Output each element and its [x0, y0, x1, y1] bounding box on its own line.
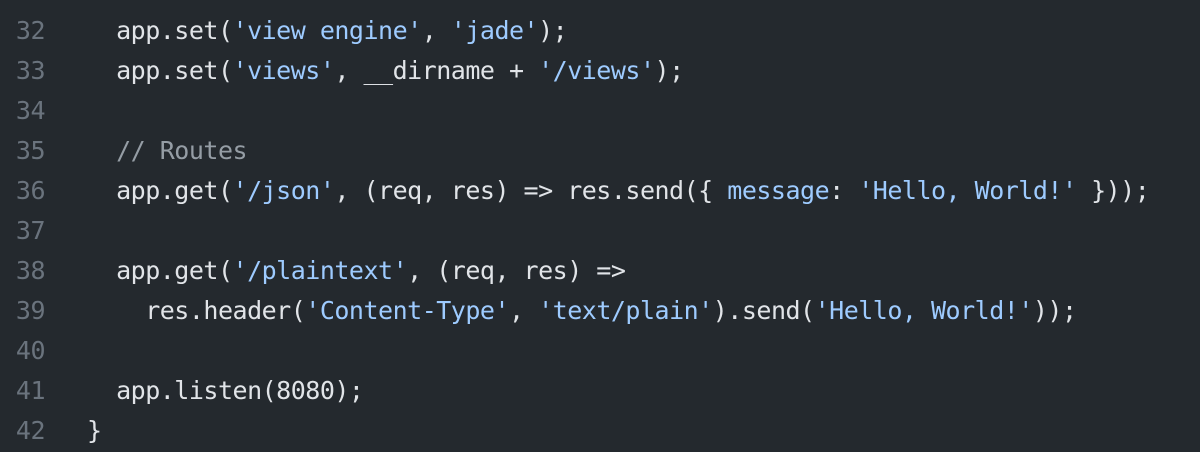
code-token: app.set(	[87, 56, 233, 85]
code-line[interactable]: 41 app.listen(8080);	[0, 371, 1200, 411]
line-source: app.get('/plaintext', (req, res) =>	[87, 251, 626, 291]
code-token: app.get(	[87, 176, 233, 205]
string-token: 'Hello, World!'	[814, 296, 1034, 325]
line-source: res.header('Content-Type', 'text/plain')…	[87, 291, 1077, 331]
line-number: 33	[15, 56, 46, 85]
code-token: ));	[1032, 296, 1077, 325]
code-token: , __dirname +	[334, 56, 539, 85]
string-token: 'view engine'	[232, 16, 423, 45]
line-number: 39	[15, 296, 46, 325]
code-token: res.header(	[87, 296, 306, 325]
code-line[interactable]: 33 app.set('views', __dirname + '/views'…	[0, 51, 1200, 91]
string-token: '/json'	[232, 176, 335, 205]
string-token: message	[727, 176, 830, 205]
code-token: ,	[509, 296, 539, 325]
code-token: app.set(	[87, 16, 233, 45]
line-source: }	[87, 411, 102, 451]
code-token: , (req, res) =>	[407, 256, 626, 285]
string-token: '/views'	[538, 56, 655, 85]
string-token: '/plaintext'	[232, 256, 408, 285]
string-token: 'Content-Type'	[305, 296, 509, 325]
line-number: 41	[15, 376, 46, 405]
line-number: 42	[15, 416, 46, 445]
code-line[interactable]: 36 app.get('/json', (req, res) => res.se…	[0, 171, 1200, 211]
line-number: 37	[15, 216, 46, 245]
comment-token: // Routes	[87, 136, 248, 165]
code-line[interactable]: 37	[0, 211, 1200, 251]
code-token: ).send(	[712, 296, 815, 325]
code-line[interactable]: 34	[0, 91, 1200, 131]
code-token: }	[87, 416, 102, 445]
line-number: 36	[15, 176, 46, 205]
code-token: }));	[1076, 176, 1150, 205]
line-source: // Routes	[87, 131, 247, 171]
code-line[interactable]: 39 res.header('Content-Type', 'text/plai…	[0, 291, 1200, 331]
line-number: 32	[15, 16, 46, 45]
code-token: app.listen(8080);	[87, 376, 364, 405]
line-number: 35	[15, 136, 46, 165]
code-token: );	[538, 16, 568, 45]
line-number: 38	[15, 256, 46, 285]
line-source: app.get('/json', (req, res) => res.send(…	[87, 171, 1150, 211]
code-line[interactable]: 35 // Routes	[0, 131, 1200, 171]
string-token: 'Hello, World!'	[858, 176, 1077, 205]
code-token: ,	[421, 16, 451, 45]
code-token: :	[829, 176, 859, 205]
string-token: 'views'	[232, 56, 335, 85]
string-token: 'jade'	[450, 16, 539, 45]
code-line[interactable]: 42}	[0, 411, 1200, 451]
code-token: , (req, res) => res.send({	[334, 176, 728, 205]
line-source: app.set('view engine', 'jade');	[87, 11, 568, 51]
line-number: 40	[15, 336, 46, 365]
string-token: 'text/plain'	[538, 296, 713, 325]
line-source: app.set('views', __dirname + '/views');	[87, 51, 684, 91]
code-token: );	[654, 56, 685, 85]
code-line[interactable]: 40	[0, 331, 1200, 371]
code-line[interactable]: 38 app.get('/plaintext', (req, res) =>	[0, 251, 1200, 291]
line-source: app.listen(8080);	[87, 371, 364, 411]
line-number: 34	[15, 96, 46, 125]
code-token: app.get(	[87, 256, 233, 285]
code-line[interactable]: 32 app.set('view engine', 'jade');	[0, 11, 1200, 51]
code-editor[interactable]: 32 app.set('view engine', 'jade'); 33 app…	[0, 0, 1200, 452]
